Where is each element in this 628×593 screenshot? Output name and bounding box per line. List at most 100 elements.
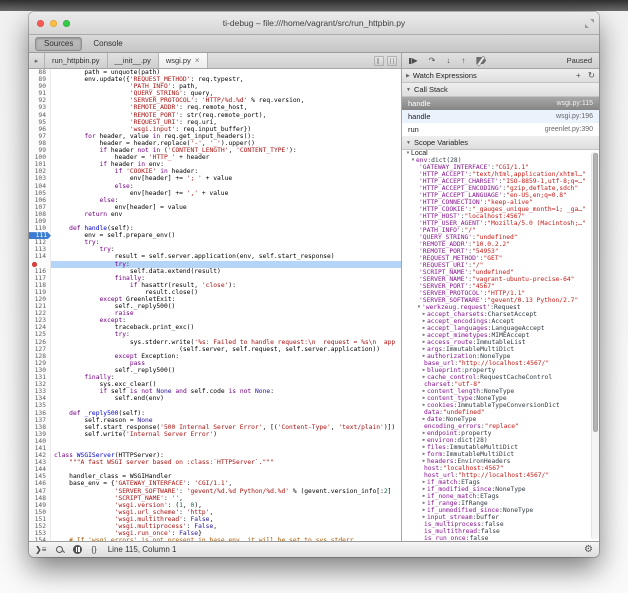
code-line[interactable]: 96 'wsgi.input': req.input_buffer}) [29, 126, 401, 133]
line-number-gutter[interactable]: 152 [29, 523, 51, 530]
code-line[interactable]: 136 def _reply500(self): [29, 410, 401, 417]
zoom-window-button[interactable] [63, 20, 70, 27]
line-number-gutter[interactable]: 129 [29, 360, 51, 367]
line-number-gutter[interactable] [29, 261, 51, 268]
call-stack-header[interactable]: ▼ Call Stack [402, 83, 599, 97]
line-number-gutter[interactable]: 98 [29, 140, 51, 147]
line-number-gutter[interactable]: 148 [29, 495, 51, 502]
code-text[interactable]: header = header.replace('-', '_').upper(… [51, 140, 401, 147]
code-line[interactable]: 105 env[header] += ',' + value [29, 190, 401, 197]
scope-variable-row[interactable]: ▼'werkzeug.request': Request [402, 304, 599, 311]
line-number-gutter[interactable]: 145 [29, 473, 51, 480]
deactivate-breakpoints-button[interactable] [476, 57, 487, 64]
code-line[interactable]: 153 'wsgi.run_once': False} [29, 530, 401, 537]
code-text[interactable]: class WSGIServer(HTTPServer): [51, 452, 401, 459]
line-number-gutter[interactable]: 100 [29, 154, 51, 161]
code-line[interactable]: 130 self._reply500() [29, 367, 401, 374]
code-line[interactable]: 94 'REMOTE_PORT': str(req.remote_port), [29, 112, 401, 119]
line-number-gutter[interactable]: 150 [29, 509, 51, 516]
scope-variable-row[interactable]: ▶if_none_match: ETags [402, 493, 599, 500]
line-number-gutter[interactable]: 91 [29, 90, 51, 97]
code-line[interactable]: 141 [29, 445, 401, 452]
line-number-gutter[interactable]: 103 [29, 175, 51, 182]
code-text[interactable]: return env [51, 211, 401, 218]
scope-variable-row[interactable]: host: "localhost:4567" [402, 465, 599, 472]
minimize-window-button[interactable] [50, 20, 57, 27]
code-text[interactable]: def handle(self): [51, 225, 401, 232]
code-text[interactable]: finally: [51, 374, 401, 381]
scope-variable-row[interactable]: 'SERVER_PORT': "4567" [402, 283, 599, 290]
line-number-gutter[interactable]: 120 [29, 296, 51, 303]
code-line[interactable]: 108 return env [29, 211, 401, 218]
code-text[interactable]: 'REMOTE_PORT': str(req.remote_port), [51, 112, 401, 119]
call-stack-frame[interactable]: rungreenlet.py:390 [402, 123, 599, 136]
scope-variable-row[interactable]: ▶cache_control: RequestCacheControl [402, 374, 599, 381]
line-number-gutter[interactable]: 146 [29, 480, 51, 487]
line-number-gutter[interactable]: 149 [29, 502, 51, 509]
split-view-icon[interactable] [374, 56, 384, 66]
line-number-gutter[interactable]: 128 [29, 353, 51, 360]
titlebar[interactable]: ti-debug – file:///home/vagrant/src/run_… [29, 12, 599, 35]
code-line[interactable]: 147 'SERVER_SOFTWARE': 'gevent/%d.%d Pyt… [29, 488, 401, 495]
line-number-gutter[interactable]: 112 [29, 239, 51, 246]
code-text[interactable]: self.start_response('500 Internal Server… [51, 424, 401, 431]
code-text[interactable] [51, 445, 401, 452]
line-number-gutter[interactable]: 89 [29, 76, 51, 83]
scope-variable-row[interactable]: ▶cookies: ImmutableTypeConversionDict [402, 402, 599, 409]
scope-variable-row[interactable]: 'HTTP_ACCEPT_LANGUAGE': "en-US,en;q=0.8" [402, 192, 599, 199]
line-number-gutter[interactable]: 92 [29, 97, 51, 104]
resume-button[interactable]: ▶ [409, 57, 418, 65]
code-line[interactable]: 95 'REQUEST_URI': req.uri, [29, 119, 401, 126]
code-line[interactable]: 152 'wsgi.multiprocess': False, [29, 523, 401, 530]
line-number-gutter[interactable]: 104 [29, 183, 51, 190]
code-text[interactable]: env.update({'REQUEST_METHOD': req.typest… [51, 76, 401, 83]
code-line[interactable]: 117 finally: [29, 275, 401, 282]
scope-variable-row[interactable]: 'SERVER_NAME': "vagrant-ubuntu-precise-6… [402, 276, 599, 283]
line-number-gutter[interactable]: 140 [29, 438, 51, 445]
code-line[interactable]: 91 'QUERY_STRING': query, [29, 90, 401, 97]
scope-variable-row[interactable]: is_run_once: false [402, 535, 599, 541]
scope-variable-row[interactable]: ▶files: ImmutableMultiDict [402, 444, 599, 451]
scope-variable-row[interactable]: is_multithread: false [402, 528, 599, 535]
code-text[interactable]: if header not in ('CONTENT_LENGTH', 'CON… [51, 147, 401, 154]
code-text[interactable]: self.end(env) [51, 395, 401, 402]
scope-variable-row[interactable]: ▶content_type: NoneType [402, 395, 599, 402]
code-text[interactable]: self.reason = None [51, 417, 401, 424]
watch-expressions-header[interactable]: ▶ Watch Expressions + ↻ [402, 69, 599, 83]
line-number-gutter[interactable]: 123 [29, 317, 51, 324]
line-number-gutter[interactable]: 107 [29, 204, 51, 211]
code-text[interactable]: try: [51, 246, 401, 253]
code-text[interactable]: try: [51, 331, 401, 338]
code-text[interactable]: env[header] += '; ' + value [51, 175, 401, 182]
code-text[interactable]: handler_class = WSGIHandler [51, 473, 401, 480]
file-tab-init[interactable]: __init__.py [108, 53, 159, 68]
code-text[interactable]: 'SERVER_SOFTWARE': 'gevent/%d.%d Python/… [51, 488, 401, 495]
line-number-gutter[interactable]: 153 [29, 530, 51, 537]
scope-variable-row[interactable]: 'SCRIPT_NAME': "undefined" [402, 269, 599, 276]
scope-variable-row[interactable]: ▶blueprint: property [402, 367, 599, 374]
code-line[interactable]: 125 try: [29, 331, 401, 338]
code-line[interactable]: 100 header = 'HTTP_' + header [29, 154, 401, 161]
call-stack-frame[interactable]: handlewsgi.py:196 [402, 110, 599, 123]
code-line[interactable]: 124 traceback.print_exc() [29, 324, 401, 331]
scope-variable-row[interactable]: ▶if_match: ETags [402, 479, 599, 486]
line-number-gutter[interactable]: 97 [29, 133, 51, 140]
code-line[interactable]: 140 [29, 438, 401, 445]
scope-variable-row[interactable]: 'HTTP_ACCEPT': "text/html,application/xh… [402, 171, 599, 178]
tab-sources[interactable]: Sources [35, 37, 82, 51]
code-line[interactable]: 106 else: [29, 197, 401, 204]
code-text[interactable]: 'wsgi.url_scheme': 'http', [51, 509, 401, 516]
line-number-gutter[interactable]: 127 [29, 346, 51, 353]
scope-variable-row[interactable]: ▼env: dict(28) [402, 157, 599, 164]
line-number-gutter[interactable]: 99 [29, 147, 51, 154]
code-text[interactable]: if header in env: [51, 161, 401, 168]
code-text[interactable]: if hasattr(result, 'close'): [51, 282, 401, 289]
code-line[interactable]: 109 [29, 218, 401, 225]
scope-variable-row[interactable]: 'HTTP_COOKIE': "_gauges_unique_month=1; … [402, 206, 599, 213]
code-line[interactable]: 137 self.reason = None [29, 417, 401, 424]
line-number-gutter[interactable]: 141 [29, 445, 51, 452]
line-number-gutter[interactable]: 135 [29, 402, 51, 409]
line-number-gutter[interactable]: 143 [29, 459, 51, 466]
scope-variable-row[interactable]: is_multiprocess: false [402, 521, 599, 528]
code-text[interactable]: header = 'HTTP_' + header [51, 154, 401, 161]
